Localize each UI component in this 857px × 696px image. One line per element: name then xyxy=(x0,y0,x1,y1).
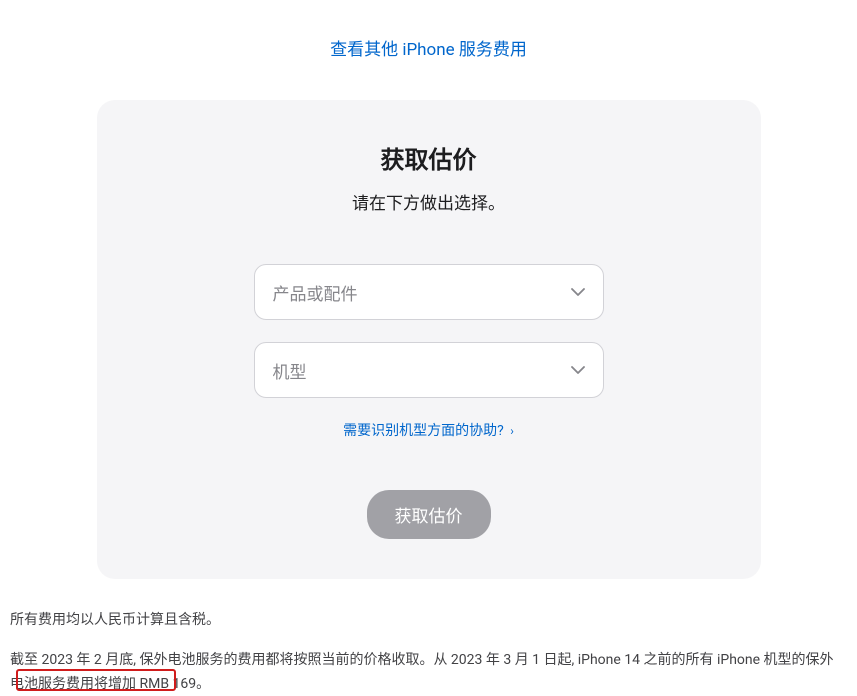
footer-line2: 截至 2023 年 2 月底, 保外电池服务的费用都将按照当前的价格收取。从 2… xyxy=(10,649,847,696)
product-select[interactable]: 产品或配件 xyxy=(254,264,604,320)
chevron-down-icon xyxy=(571,288,585,296)
estimate-card: 获取估价 请在下方做出选择。 产品或配件 机型 xyxy=(97,100,761,579)
help-link-label: 需要识别机型方面的协助? xyxy=(343,423,507,439)
get-estimate-button[interactable]: 获取估价 xyxy=(367,490,491,539)
footer-text: 所有费用均以人民币计算且含税。 截至 2023 年 2 月底, 保外电池服务的费… xyxy=(0,579,857,696)
model-select-placeholder: 机型 xyxy=(273,358,307,383)
chevron-down-icon xyxy=(571,366,585,374)
identify-model-help-link[interactable]: 需要识别机型方面的协助? › xyxy=(343,423,514,439)
product-select-placeholder: 产品或配件 xyxy=(273,280,358,305)
help-link-wrapper: 需要识别机型方面的协助? › xyxy=(127,420,731,440)
footer-highlight-text: 费用将增加 RMB 169。 xyxy=(66,676,210,692)
card-subtitle: 请在下方做出选择。 xyxy=(127,189,731,214)
chevron-right-icon: › xyxy=(510,424,514,438)
model-select[interactable]: 机型 xyxy=(254,342,604,398)
select-model-wrapper: 机型 xyxy=(254,342,604,398)
button-wrapper: 获取估价 xyxy=(127,490,731,539)
select-product-wrapper: 产品或配件 xyxy=(254,264,604,320)
card-title: 获取估价 xyxy=(127,140,731,175)
top-link-wrapper: 查看其他 iPhone 服务费用 xyxy=(10,35,847,60)
other-services-link[interactable]: 查看其他 iPhone 服务费用 xyxy=(330,40,527,60)
footer-line1: 所有费用均以人民币计算且含税。 xyxy=(10,609,847,633)
